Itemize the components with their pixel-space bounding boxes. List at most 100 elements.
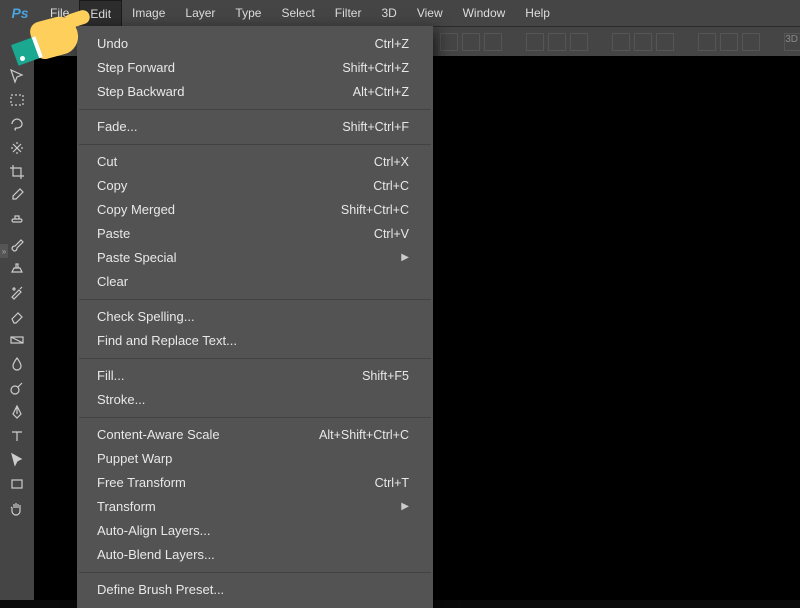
- menuitem-shortcut: Ctrl+V: [374, 225, 409, 243]
- submenu-arrow-icon: ▶: [391, 249, 409, 267]
- menuitem-shortcut: Alt+Ctrl+Z: [353, 83, 409, 101]
- menuitem-fill[interactable]: Fill... Shift+F5: [77, 364, 433, 388]
- eyedropper-tool[interactable]: [5, 186, 29, 206]
- menu-3d[interactable]: 3D: [371, 0, 406, 26]
- gradient-tool[interactable]: [5, 330, 29, 350]
- menu-view[interactable]: View: [407, 0, 453, 26]
- options-bar-3d-label: 3D: [783, 30, 800, 49]
- menuitem-shortcut: Ctrl+Z: [375, 35, 409, 53]
- menu-separator: [79, 572, 431, 573]
- menuitem-copy-merged[interactable]: Copy Merged Shift+Ctrl+C: [77, 198, 433, 222]
- menu-separator: [79, 299, 431, 300]
- options-icon[interactable]: [656, 33, 674, 51]
- menuitem-step-forward[interactable]: Step ForwardShift+Ctrl+Z: [77, 56, 433, 80]
- menuitem-paste[interactable]: Paste Ctrl+V: [77, 222, 433, 246]
- options-icon[interactable]: [612, 33, 630, 51]
- options-icon[interactable]: [484, 33, 502, 51]
- options-icon[interactable]: [698, 33, 716, 51]
- menuitem-transform[interactable]: Transform ▶: [77, 495, 433, 519]
- menuitem-puppet-warp[interactable]: Puppet Warp: [77, 447, 433, 471]
- type-tool[interactable]: [5, 426, 29, 446]
- blur-tool[interactable]: [5, 354, 29, 374]
- options-icon[interactable]: [570, 33, 588, 51]
- menuitem-define-brush-preset[interactable]: Define Brush Preset...: [77, 578, 433, 602]
- menuitem-label: Find and Replace Text...: [97, 332, 237, 350]
- eraser-tool[interactable]: [5, 306, 29, 326]
- menuitem-label: Copy: [97, 177, 127, 195]
- menuitem-label: Undo: [97, 35, 128, 53]
- menuitem-label: Stroke...: [97, 391, 145, 409]
- clone-stamp-tool[interactable]: [5, 258, 29, 278]
- spot-healing-brush-tool[interactable]: [5, 210, 29, 230]
- menu-window[interactable]: Window: [453, 0, 516, 26]
- menuitem-label: Content-Aware Scale: [97, 426, 220, 444]
- move-tool[interactable]: [5, 66, 29, 86]
- menu-bar: Ps FileEditImageLayerTypeSelectFilter3DV…: [0, 0, 800, 26]
- crop-tool[interactable]: [5, 162, 29, 182]
- options-icon[interactable]: [720, 33, 738, 51]
- brush-tool[interactable]: [5, 234, 29, 254]
- menuitem-step-backward[interactable]: Step Backward Alt+Ctrl+Z: [77, 80, 433, 104]
- menu-separator: [79, 417, 431, 418]
- menuitem-shortcut: Ctrl+X: [374, 153, 409, 171]
- menuitem-stroke[interactable]: Stroke...: [77, 388, 433, 412]
- edit-menu-dropdown: UndoCtrl+ZStep ForwardShift+Ctrl+ZStep B…: [77, 26, 433, 608]
- menuitem-label: Paste: [97, 225, 130, 243]
- menuitem-cut[interactable]: Cut Ctrl+X: [77, 150, 433, 174]
- hand-tool[interactable]: [5, 498, 29, 518]
- menuitem-auto-align-layers[interactable]: Auto-Align Layers...: [77, 519, 433, 543]
- menu-select[interactable]: Select: [271, 0, 324, 26]
- history-brush-tool[interactable]: [5, 282, 29, 302]
- dodge-tool[interactable]: [5, 378, 29, 398]
- rectangle-tool[interactable]: [5, 474, 29, 494]
- menuitem-free-transform[interactable]: Free TransformCtrl+T: [77, 471, 433, 495]
- menuitem-undo[interactable]: Undo Ctrl+Z: [77, 32, 433, 56]
- menuitem-find-and-replace-text[interactable]: Find and Replace Text...: [77, 329, 433, 353]
- menuitem-label: Step Forward: [97, 59, 175, 77]
- menuitem-label: Step Backward: [97, 83, 184, 101]
- menuitem-shortcut: Shift+Ctrl+F: [342, 118, 409, 136]
- menuitem-shortcut: Shift+F5: [362, 367, 409, 385]
- menuitem-auto-blend-layers[interactable]: Auto-Blend Layers...: [77, 543, 433, 567]
- options-icon[interactable]: [440, 33, 458, 51]
- pen-tool[interactable]: [5, 402, 29, 422]
- menuitem-fade[interactable]: Fade...Shift+Ctrl+F: [77, 115, 433, 139]
- submenu-arrow-icon: ▶: [391, 498, 409, 516]
- menuitem-shortcut: Shift+Ctrl+C: [341, 201, 409, 219]
- menu-layer[interactable]: Layer: [175, 0, 225, 26]
- menuitem-clear[interactable]: Clear: [77, 270, 433, 294]
- menu-type[interactable]: Type: [225, 0, 271, 26]
- menuitem-shortcut: Ctrl+T: [375, 474, 409, 492]
- quick-selection-tool[interactable]: [5, 138, 29, 158]
- menuitem-label: Cut: [97, 153, 117, 171]
- menu-separator: [79, 358, 431, 359]
- menuitem-label: Auto-Align Layers...: [97, 522, 210, 540]
- menuitem-check-spelling[interactable]: Check Spelling...: [77, 305, 433, 329]
- menuitem-label: Define Brush Preset...: [97, 581, 224, 599]
- options-icon[interactable]: [742, 33, 760, 51]
- menuitem-label: Auto-Blend Layers...: [97, 546, 215, 564]
- tools-expand-handle[interactable]: »: [0, 244, 8, 258]
- rectangular-marquee-tool[interactable]: [5, 90, 29, 110]
- options-icon[interactable]: [462, 33, 480, 51]
- options-icon[interactable]: [548, 33, 566, 51]
- menuitem-paste-special[interactable]: Paste Special ▶: [77, 246, 433, 270]
- options-icon[interactable]: [634, 33, 652, 51]
- tools-panel: »: [0, 26, 34, 600]
- menuitem-shortcut: Alt+Shift+Ctrl+C: [319, 426, 409, 444]
- menuitem-label: Clear: [97, 273, 128, 291]
- menu-image[interactable]: Image: [122, 0, 175, 26]
- path-selection-tool[interactable]: [5, 450, 29, 470]
- menuitem-content-aware-scale[interactable]: Content-Aware Scale Alt+Shift+Ctrl+C: [77, 423, 433, 447]
- menuitem-label: Transform: [97, 498, 156, 516]
- menu-separator: [79, 144, 431, 145]
- menuitem-label: Copy Merged: [97, 201, 175, 219]
- options-icon[interactable]: [526, 33, 544, 51]
- menu-help[interactable]: Help: [515, 0, 560, 26]
- menuitem-label: Paste Special: [97, 249, 177, 267]
- menuitem-label: Fill...: [97, 367, 124, 385]
- menu-filter[interactable]: Filter: [325, 0, 372, 26]
- menuitem-copy[interactable]: Copy Ctrl+C: [77, 174, 433, 198]
- lasso-tool[interactable]: [5, 114, 29, 134]
- menuitem-shortcut: Ctrl+C: [373, 177, 409, 195]
